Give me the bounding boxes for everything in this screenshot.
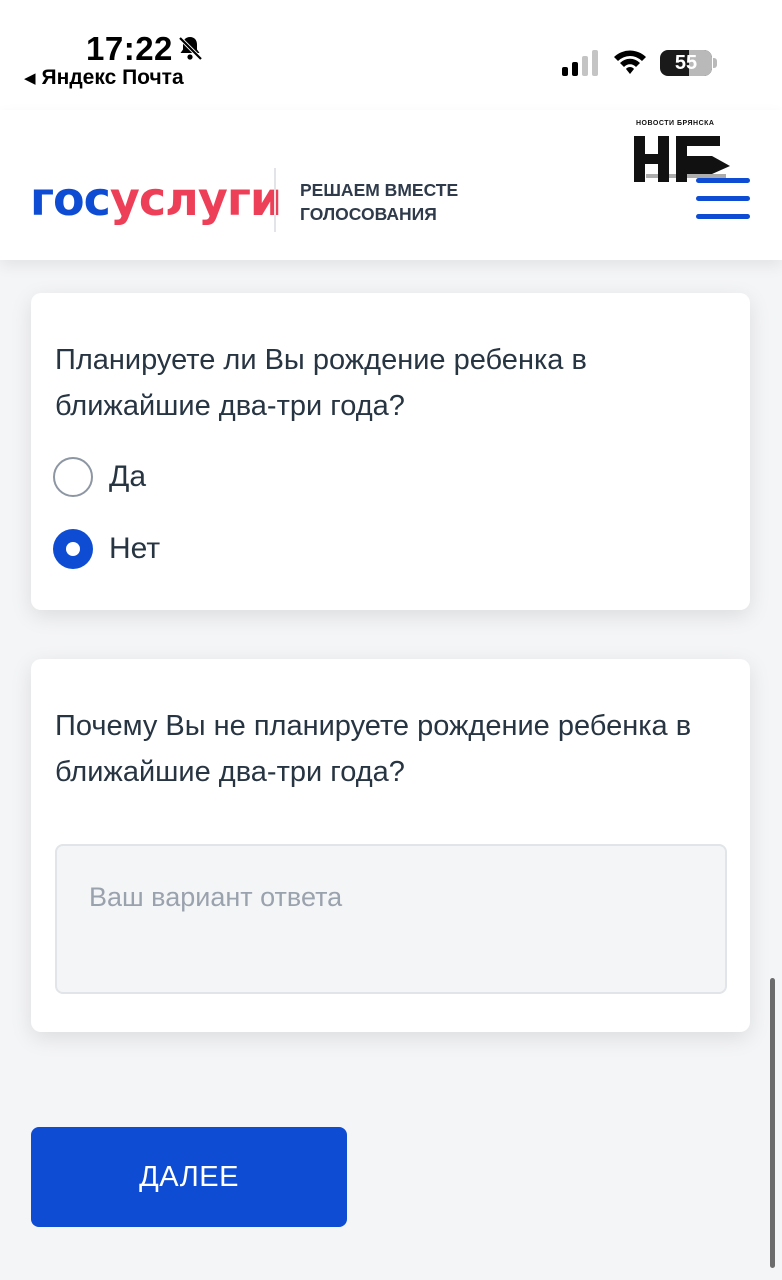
question-card-1: Планируете ли Вы рождение ребенка в ближ… bbox=[31, 293, 750, 610]
watermark-caption: НОВОСТИ БРЯНСКА bbox=[636, 120, 715, 127]
gosuslugi-logo[interactable]: госуслуги bbox=[30, 172, 282, 226]
question-2-text: Почему Вы не планируете рождение ребенка… bbox=[55, 710, 692, 788]
radio-button-no[interactable] bbox=[53, 529, 93, 569]
status-time: 17:22 bbox=[86, 30, 173, 67]
battery-cap bbox=[713, 58, 717, 68]
hamburger-menu-icon[interactable] bbox=[696, 178, 752, 222]
scrollbar[interactable] bbox=[770, 978, 775, 1268]
muted-bell-icon bbox=[178, 36, 203, 61]
battery-indicator: 55 bbox=[660, 50, 712, 76]
radio-option-yes[interactable]: Да bbox=[53, 457, 146, 497]
radio-option-no[interactable]: Нет bbox=[53, 529, 160, 569]
header-subtitle: РЕШАЕМ ВМЕСТЕ ГОЛОСОВАНИЯ bbox=[300, 180, 459, 224]
back-app-label: Яндекс Почта bbox=[41, 66, 184, 89]
question-1-text: Планируете ли Вы рождение ребенка в ближ… bbox=[55, 344, 587, 422]
battery-level: 55 bbox=[674, 52, 698, 74]
radio-label-yes: Да bbox=[109, 460, 147, 493]
wifi-icon bbox=[614, 50, 646, 74]
radio-label-no: Нет bbox=[109, 532, 161, 565]
next-button[interactable]: ДАЛЕЕ bbox=[31, 1127, 347, 1227]
back-to-app-link[interactable]: ◀ Яндекс Почта bbox=[24, 66, 184, 90]
site-header: госуслуги РЕШАЕМ ВМЕСТЕ ГОЛОСОВАНИЯ НОВО… bbox=[0, 110, 782, 260]
back-triangle-icon: ◀ bbox=[24, 70, 36, 87]
cellular-signal-icon bbox=[562, 50, 598, 76]
status-bar: 17:22 ◀ Яндекс Почта 55 bbox=[0, 0, 782, 110]
answer-text-input[interactable] bbox=[55, 844, 727, 994]
question-card-2: Почему Вы не планируете рождение ребенка… bbox=[31, 659, 750, 1032]
header-divider bbox=[274, 168, 276, 232]
radio-button-yes[interactable] bbox=[53, 457, 93, 497]
app-root: 17:22 ◀ Яндекс Почта 55 госуслуги РЕШАЕМ… bbox=[0, 0, 782, 1280]
